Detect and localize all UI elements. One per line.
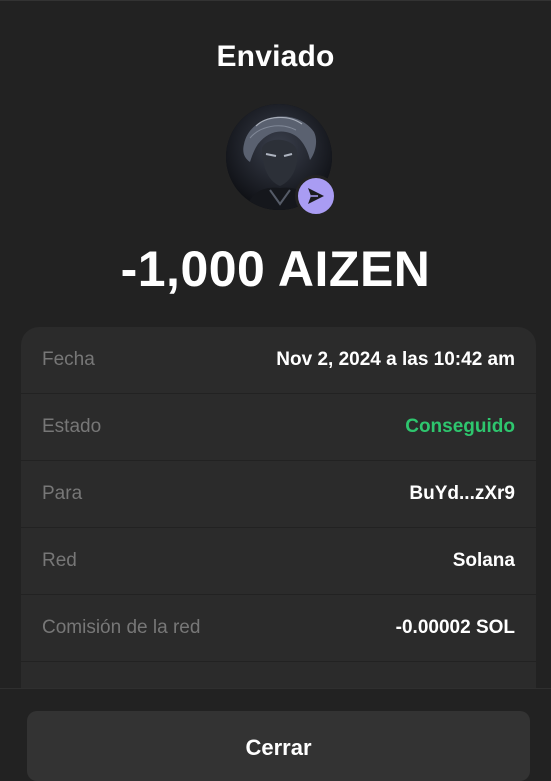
footer: Cerrar — [0, 688, 551, 781]
detail-row-network: Red Solana — [21, 528, 536, 595]
recipient-address[interactable]: BuYd...zXr9 — [409, 483, 515, 505]
detail-label: Fecha — [42, 349, 95, 370]
detail-label: Para — [42, 483, 83, 504]
token-avatar-group — [226, 104, 338, 217]
send-icon — [308, 188, 324, 204]
detail-row-status: Estado Conseguido — [21, 394, 536, 461]
detail-label: Estado — [42, 416, 102, 437]
detail-row-fee: Comisión de la red -0.00002 SOL — [21, 595, 536, 662]
detail-row-recipient: Para BuYd...zXr9 — [21, 461, 536, 528]
status-value: Conseguido — [405, 416, 515, 437]
transaction-amount: -1,000 AIZEN — [120, 241, 431, 297]
detail-label: Red — [42, 550, 77, 571]
detail-label: Comisión de la red — [42, 617, 201, 638]
detail-value: Nov 2, 2024 a las 10:42 am — [276, 349, 515, 370]
send-badge — [295, 175, 337, 217]
detail-row-date: Fecha Nov 2, 2024 a las 10:42 am — [21, 327, 536, 394]
page-title: Enviado — [216, 40, 335, 73]
transaction-details-card: Fecha Nov 2, 2024 a las 10:42 am Estado … — [21, 327, 536, 747]
network-value: Solana — [452, 550, 515, 571]
top-divider — [0, 0, 551, 1]
fee-value: -0.00002 SOL — [395, 617, 515, 638]
